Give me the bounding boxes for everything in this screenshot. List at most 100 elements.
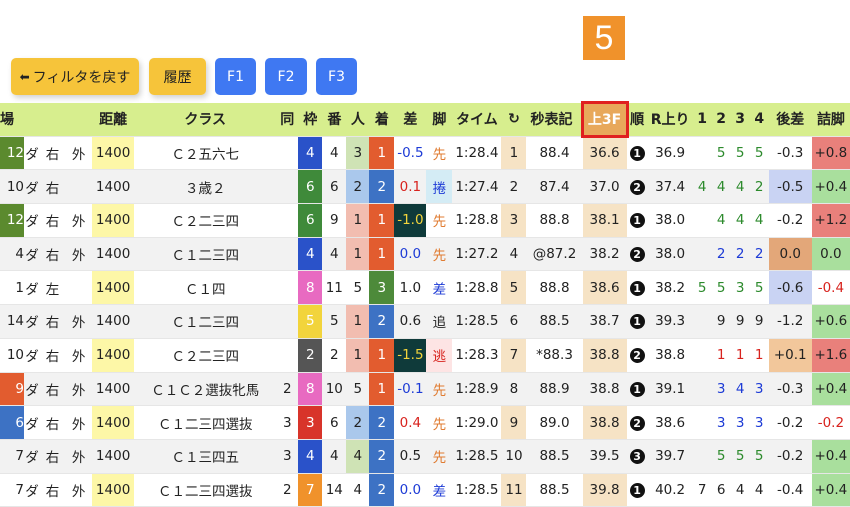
race-time: 1:27.2 xyxy=(452,237,502,272)
popularity: 4 xyxy=(346,439,370,474)
column-header-21[interactable]: 3 xyxy=(730,103,750,137)
corner-position: 4 xyxy=(749,473,769,507)
column-header-22[interactable]: 4 xyxy=(749,103,769,137)
venue-number: 7 xyxy=(0,473,25,507)
column-header-9[interactable]: 人 xyxy=(346,103,370,137)
race-time: 1:28.9 xyxy=(452,372,502,407)
finish-position: 2 xyxy=(369,473,395,507)
race-time: 1:28.5 xyxy=(452,473,502,507)
race-last-3f: 38.6 xyxy=(647,405,693,440)
column-header-24[interactable]: 詰脚 xyxy=(811,103,850,137)
seconds: 88.5 xyxy=(526,439,583,474)
horse-number: 10 xyxy=(322,372,347,407)
corner-position: 4 xyxy=(730,169,750,205)
table-row[interactable]: 12 ダ右外 1400 Ｃ２二三四 6 9 1 1 -1.0 先 1:28.8 3 88.8 38.1 1 3… xyxy=(0,203,850,238)
finish-position: 2 xyxy=(369,439,395,474)
same-count xyxy=(276,203,299,238)
f2-label: F2 xyxy=(277,68,295,85)
rank-index: 7 xyxy=(501,338,527,373)
table-row[interactable]: 10 ダ右外 1400 Ｃ２二三四 2 2 1 1 -1.5 逃 1:28.3 7 *88.3 38.8 2… xyxy=(0,338,850,373)
race-last-3f: 39.1 xyxy=(647,372,693,407)
table-row[interactable]: 10 ダ右 1400 ３歳２ 6 6 2 2 0.1 捲 1:27.4 2 87.4 37.0 2 37.4 4… xyxy=(0,169,850,205)
refresh-icon[interactable]: ↻ xyxy=(501,103,527,137)
column-header-7[interactable]: 枠 xyxy=(298,103,323,137)
same-count: 3 xyxy=(276,439,299,474)
corner-position: 5 xyxy=(711,439,731,474)
last-3f-rank: 1 xyxy=(626,203,648,238)
same-count: 3 xyxy=(276,405,299,440)
table-row[interactable]: 14 ダ右外 1400 Ｃ１二三四 5 5 1 2 0.6 追 1:28.5 6 88.5 38.7 1 39… xyxy=(0,304,850,339)
distance: 1400 xyxy=(92,237,135,272)
gate-frame: 4 xyxy=(298,237,323,272)
turn-direction: 右 xyxy=(40,439,66,474)
finish-position: 2 xyxy=(369,169,395,205)
gate-frame: 4 xyxy=(298,439,323,474)
corner-position: 2 xyxy=(749,169,769,205)
column-header-19[interactable]: 1 xyxy=(692,103,712,137)
rank-index: 10 xyxy=(501,439,527,474)
table-row[interactable]: 12 ダ右外 1400 Ｃ２五六七 4 4 3 1 -0.5 先 1:28.4 1 88.4 36.6 1 3… xyxy=(0,136,850,171)
f1-button[interactable]: F1 xyxy=(215,58,256,95)
column-header-12[interactable]: 脚 xyxy=(426,103,453,137)
column-header-8[interactable]: 番 xyxy=(322,103,347,137)
column-header-5[interactable]: クラス xyxy=(134,103,277,137)
filter-back-button[interactable]: ⬅ フィルタを戻す xyxy=(11,58,139,95)
table-row[interactable]: 7 ダ右外 1400 Ｃ１二三四選抜 2 7 14 4 2 0.0 差 1:28.5 11 88.5 39.… xyxy=(0,473,850,507)
history-button[interactable]: 履歴 xyxy=(149,58,206,95)
race-class: ３歳２ xyxy=(134,169,277,205)
popularity: 4 xyxy=(346,473,370,507)
venue-number: 4 xyxy=(0,237,25,272)
column-header-20[interactable]: 2 xyxy=(711,103,731,137)
column-header-2[interactable] xyxy=(40,103,66,137)
popularity: 1 xyxy=(346,338,370,373)
last-3f-rank: 1 xyxy=(626,304,648,339)
column-header-17[interactable]: 順 xyxy=(626,103,648,137)
table-row[interactable]: 4 ダ右外 1400 Ｃ１二三四 4 4 1 1 0.0 先 1:27.2 4 @87.2 38.2 2 38… xyxy=(0,237,850,272)
table-row[interactable]: 9 ダ右外 1400 Ｃ１Ｃ２選抜牝馬 2 8 10 5 1 -0.1 先 1:28.9 8 88.9 38… xyxy=(0,372,850,407)
column-header-3[interactable] xyxy=(65,103,93,137)
f3-button[interactable]: F3 xyxy=(316,58,357,95)
column-header-1[interactable] xyxy=(24,103,41,137)
corner-position: 4 xyxy=(711,169,731,205)
surface: ダ xyxy=(24,473,41,507)
table-row[interactable]: 1 ダ左 1400 Ｃ１四 8 11 5 3 1.0 差 1:28.8 5 88.8 38.6 1 38.2 5… xyxy=(0,270,850,306)
column-header-13[interactable]: タイム xyxy=(452,103,502,137)
surface: ダ xyxy=(24,304,41,339)
race-class: Ｃ１二三四選抜 xyxy=(134,473,277,507)
column-header-6[interactable]: 同 xyxy=(276,103,299,137)
corner-position: 9 xyxy=(730,304,750,339)
race-last-3f: 37.4 xyxy=(647,169,693,205)
margin: 0.4 xyxy=(394,405,427,440)
column-header-15[interactable]: 秒表記 xyxy=(526,103,583,137)
last-3f-rank: 1 xyxy=(626,372,648,407)
corner-position: 5 xyxy=(749,439,769,474)
f1-label: F1 xyxy=(227,68,244,85)
column-header-up3f[interactable]: 上3F xyxy=(580,100,629,139)
column-header-23[interactable]: 後差 xyxy=(768,103,812,137)
f2-button[interactable]: F2 xyxy=(265,58,307,95)
column-header-4[interactable]: 距離 xyxy=(92,103,135,137)
margin: -1.0 xyxy=(394,203,427,238)
race-time: 1:28.5 xyxy=(452,439,502,474)
gate-frame: 2 xyxy=(298,338,323,373)
running-style: 先 xyxy=(426,203,453,238)
corner-position: 5 xyxy=(730,439,750,474)
distance: 1400 xyxy=(92,203,135,238)
last-3f: 38.6 xyxy=(582,270,627,306)
column-header-0[interactable]: 場 xyxy=(0,103,25,137)
closing-margin: -0.4 xyxy=(811,270,850,306)
table-row[interactable]: 7 ダ右外 1400 Ｃ１三四五 3 4 4 4 2 0.5 先 1:28.5 10 88.5 39.5 3 3… xyxy=(0,439,850,474)
finish-position: 1 xyxy=(369,372,395,407)
table-row[interactable]: 6 ダ右外 1400 Ｃ１二三四選抜 3 3 6 2 2 0.4 先 1:29.0 9 89.0 38.8 2… xyxy=(0,405,850,440)
rear-margin: -0.3 xyxy=(768,136,812,171)
running-style: 逃 xyxy=(426,338,453,373)
venue-number: 10 xyxy=(0,169,25,205)
rank-index: 8 xyxy=(501,372,527,407)
turn-direction: 右 xyxy=(40,473,66,507)
column-header-10[interactable]: 着 xyxy=(369,103,395,137)
race-time: 1:27.4 xyxy=(452,169,502,205)
race-last-3f: 38.0 xyxy=(647,203,693,238)
closing-margin: +1.6 xyxy=(811,338,850,373)
column-header-18[interactable]: R上り xyxy=(647,103,693,137)
column-header-11[interactable]: 差 xyxy=(394,103,427,137)
